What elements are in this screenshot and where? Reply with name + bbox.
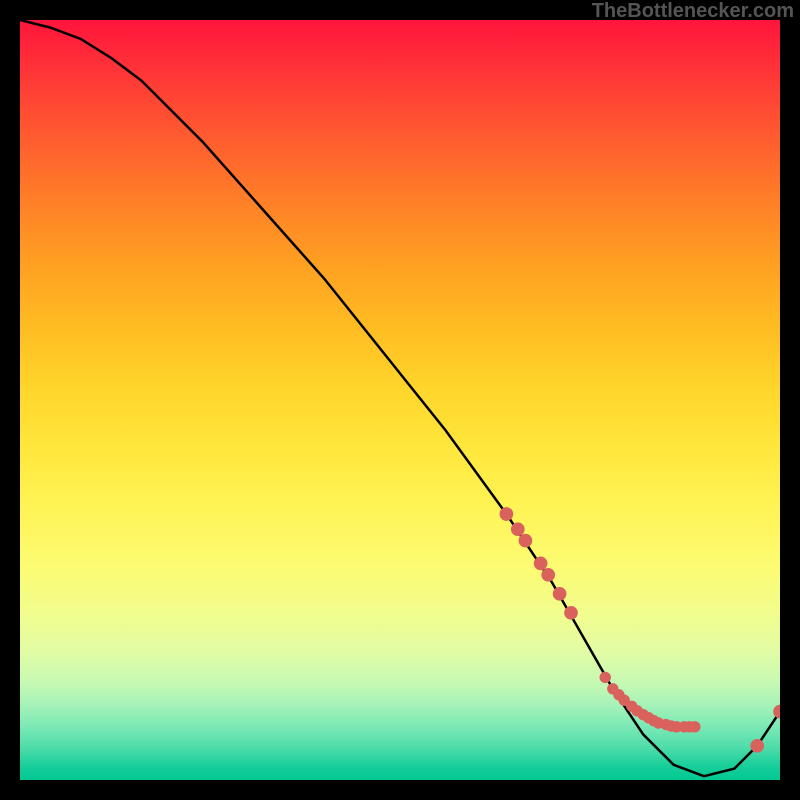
bottleneck-curve — [20, 20, 780, 776]
chart-plot-area — [20, 20, 780, 780]
chart-svg — [20, 20, 780, 780]
chart-frame: { "watermark": "TheBottlenecker.com", "c… — [0, 0, 800, 800]
curve-markers-lower — [600, 672, 701, 733]
